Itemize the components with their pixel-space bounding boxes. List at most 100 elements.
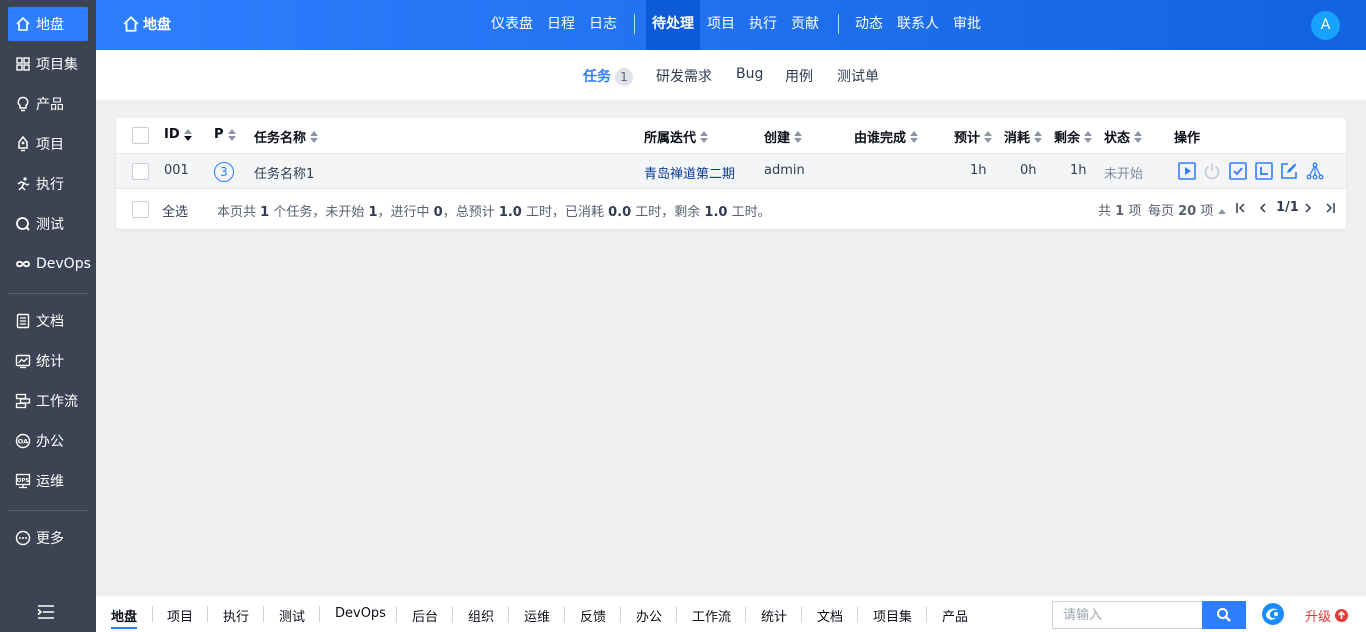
- sidebar-item-execution[interactable]: 执行: [8, 167, 88, 201]
- sidebar-item-oa[interactable]: OA 办公: [8, 424, 88, 458]
- nav-dashboard[interactable]: 仪表盘: [484, 0, 540, 50]
- row-checkbox[interactable]: [132, 163, 149, 180]
- bottom-nav-oa[interactable]: 办公: [636, 606, 662, 625]
- top-navbar: 地盘 仪表盘 日程 日志 待处理 项目 执行 贡献 动态 联系人 审批 A: [96, 0, 1366, 50]
- power-icon[interactable]: [1203, 162, 1221, 180]
- bottom-nav-product[interactable]: 产品: [942, 606, 968, 625]
- nav-approval[interactable]: 审批: [948, 0, 986, 50]
- sidebar-item-more[interactable]: 更多: [8, 521, 88, 555]
- infinity-icon: [16, 260, 30, 268]
- header-checkbox[interactable]: [132, 127, 149, 144]
- bottom-nav-my[interactable]: 地盘: [111, 606, 138, 629]
- col-id[interactable]: ID: [164, 127, 192, 142]
- tab-case[interactable]: 用例: [785, 66, 813, 86]
- edit-icon[interactable]: [1280, 162, 1298, 180]
- bottom-nav-bi[interactable]: 统计: [761, 606, 787, 625]
- nav-effort[interactable]: 日志: [584, 0, 622, 50]
- ops-icon: OPS: [15, 473, 31, 489]
- col-creator[interactable]: 创建: [764, 127, 803, 146]
- bottom-nav-workflow[interactable]: 工作流: [692, 606, 731, 625]
- sidebar-item-label: 统计: [36, 354, 64, 370]
- summary-text: 工时。: [727, 205, 771, 220]
- col-consumed[interactable]: 消耗: [1004, 127, 1043, 146]
- sidebar-item-program[interactable]: 项目集: [8, 47, 88, 81]
- task-id: 001: [164, 163, 189, 178]
- sidebar-item-label: 地盘: [36, 17, 64, 33]
- nav-todo[interactable]: 待处理: [646, 0, 700, 50]
- bottom-nav-ops[interactable]: 运维: [524, 606, 550, 625]
- sidebar-item-test[interactable]: 测试: [8, 207, 88, 241]
- divider: [207, 606, 208, 622]
- nav-dynamic[interactable]: 动态: [850, 0, 888, 50]
- select-all-label[interactable]: 全选: [162, 201, 188, 220]
- nav-divider: [634, 14, 635, 34]
- nav-contribute[interactable]: 贡献: [786, 0, 824, 50]
- bottom-nav-execution[interactable]: 执行: [223, 606, 249, 625]
- select-all-checkbox[interactable]: [132, 201, 149, 218]
- bottom-nav-admin[interactable]: 后台: [412, 606, 438, 625]
- grid-icon: [16, 57, 30, 71]
- tab-bug[interactable]: Bug: [736, 66, 763, 82]
- sidebar-item-devops[interactable]: DevOps: [8, 247, 91, 281]
- bottom-nav-feedback[interactable]: 反馈: [580, 606, 606, 625]
- start-icon[interactable]: [1178, 162, 1196, 180]
- col-status[interactable]: 状态: [1104, 127, 1143, 146]
- batch-create-icon[interactable]: [1306, 162, 1324, 180]
- col-name[interactable]: 任务名称: [254, 127, 319, 146]
- user-avatar[interactable]: A: [1311, 11, 1340, 40]
- nav-project[interactable]: 项目: [702, 0, 740, 50]
- sidebar-item-workflow[interactable]: 工作流: [8, 384, 88, 418]
- tab-story[interactable]: 研发需求: [656, 66, 712, 86]
- sidebar-item-project[interactable]: 项目: [8, 127, 88, 161]
- bottom-nav-org[interactable]: 组织: [468, 606, 494, 625]
- sidebar-item-label: 产品: [36, 97, 64, 113]
- upgrade-button[interactable]: 升级: [1305, 606, 1349, 625]
- divider: [676, 606, 677, 622]
- breadcrumb-home[interactable]: 地盘: [122, 14, 171, 34]
- next-page-icon[interactable]: [1302, 202, 1314, 214]
- svg-text:OA: OA: [18, 438, 28, 446]
- nav-calendar[interactable]: 日程: [542, 0, 580, 50]
- bottom-nav-doc[interactable]: 文档: [817, 606, 843, 625]
- pager-per-page[interactable]: 每页 20 项: [1148, 200, 1227, 219]
- bottom-nav-devops[interactable]: DevOps: [335, 606, 386, 621]
- sidebar-item-bi[interactable]: 统计: [8, 344, 88, 378]
- bottom-nav-test[interactable]: 测试: [279, 606, 305, 625]
- sidebar-item-my[interactable]: 地盘: [8, 7, 88, 41]
- bottom-nav-program[interactable]: 项目集: [873, 606, 912, 625]
- sort-icon: [984, 130, 993, 143]
- col-pri[interactable]: P: [214, 127, 236, 142]
- summary-estimate: 1.0: [498, 205, 522, 220]
- sidebar-item-label: 项目集: [36, 57, 78, 73]
- sidebar-item-ops[interactable]: OPS 运维: [8, 464, 88, 498]
- collapse-menu-icon[interactable]: [36, 604, 56, 620]
- finish-icon[interactable]: [1229, 162, 1247, 180]
- last-page-icon[interactable]: [1324, 202, 1336, 214]
- search-input[interactable]: [1052, 601, 1202, 629]
- zentao-logo-icon[interactable]: [1261, 602, 1285, 626]
- first-page-icon[interactable]: [1235, 202, 1247, 214]
- bottom-nav-project[interactable]: 项目: [167, 606, 193, 625]
- execution-link[interactable]: 青岛禅道第二期: [644, 163, 735, 182]
- col-execution-label: 所属迭代: [644, 131, 697, 146]
- divider: [564, 606, 565, 622]
- nav-contacts[interactable]: 联系人: [894, 0, 942, 50]
- tab-task[interactable]: 任务 1: [583, 66, 633, 86]
- prev-page-icon[interactable]: [1257, 202, 1269, 214]
- sidebar-item-product[interactable]: 产品: [8, 87, 88, 121]
- tab-testtask[interactable]: 测试单: [837, 66, 879, 86]
- col-left[interactable]: 剩余: [1054, 127, 1093, 146]
- task-name-link[interactable]: 任务名称1: [254, 163, 314, 182]
- nav-execution[interactable]: 执行: [744, 0, 782, 50]
- col-estimate[interactable]: 预计: [954, 127, 993, 146]
- breadcrumb-label: 地盘: [143, 17, 171, 33]
- sidebar-item-doc[interactable]: 文档: [8, 304, 88, 338]
- search-button[interactable]: [1202, 601, 1246, 629]
- left: 1h: [1070, 163, 1087, 178]
- bottom-bar: 地盘 项目 执行 测试 DevOps 后台 组织 运维 反馈 办公 工作流 统计…: [96, 596, 1366, 632]
- summary-text: 工时，剩余: [631, 205, 705, 220]
- oa-icon: OA: [15, 433, 31, 449]
- col-execution[interactable]: 所属迭代: [644, 127, 709, 146]
- record-effort-icon[interactable]: [1255, 162, 1273, 180]
- col-finisher[interactable]: 由谁完成: [854, 127, 919, 146]
